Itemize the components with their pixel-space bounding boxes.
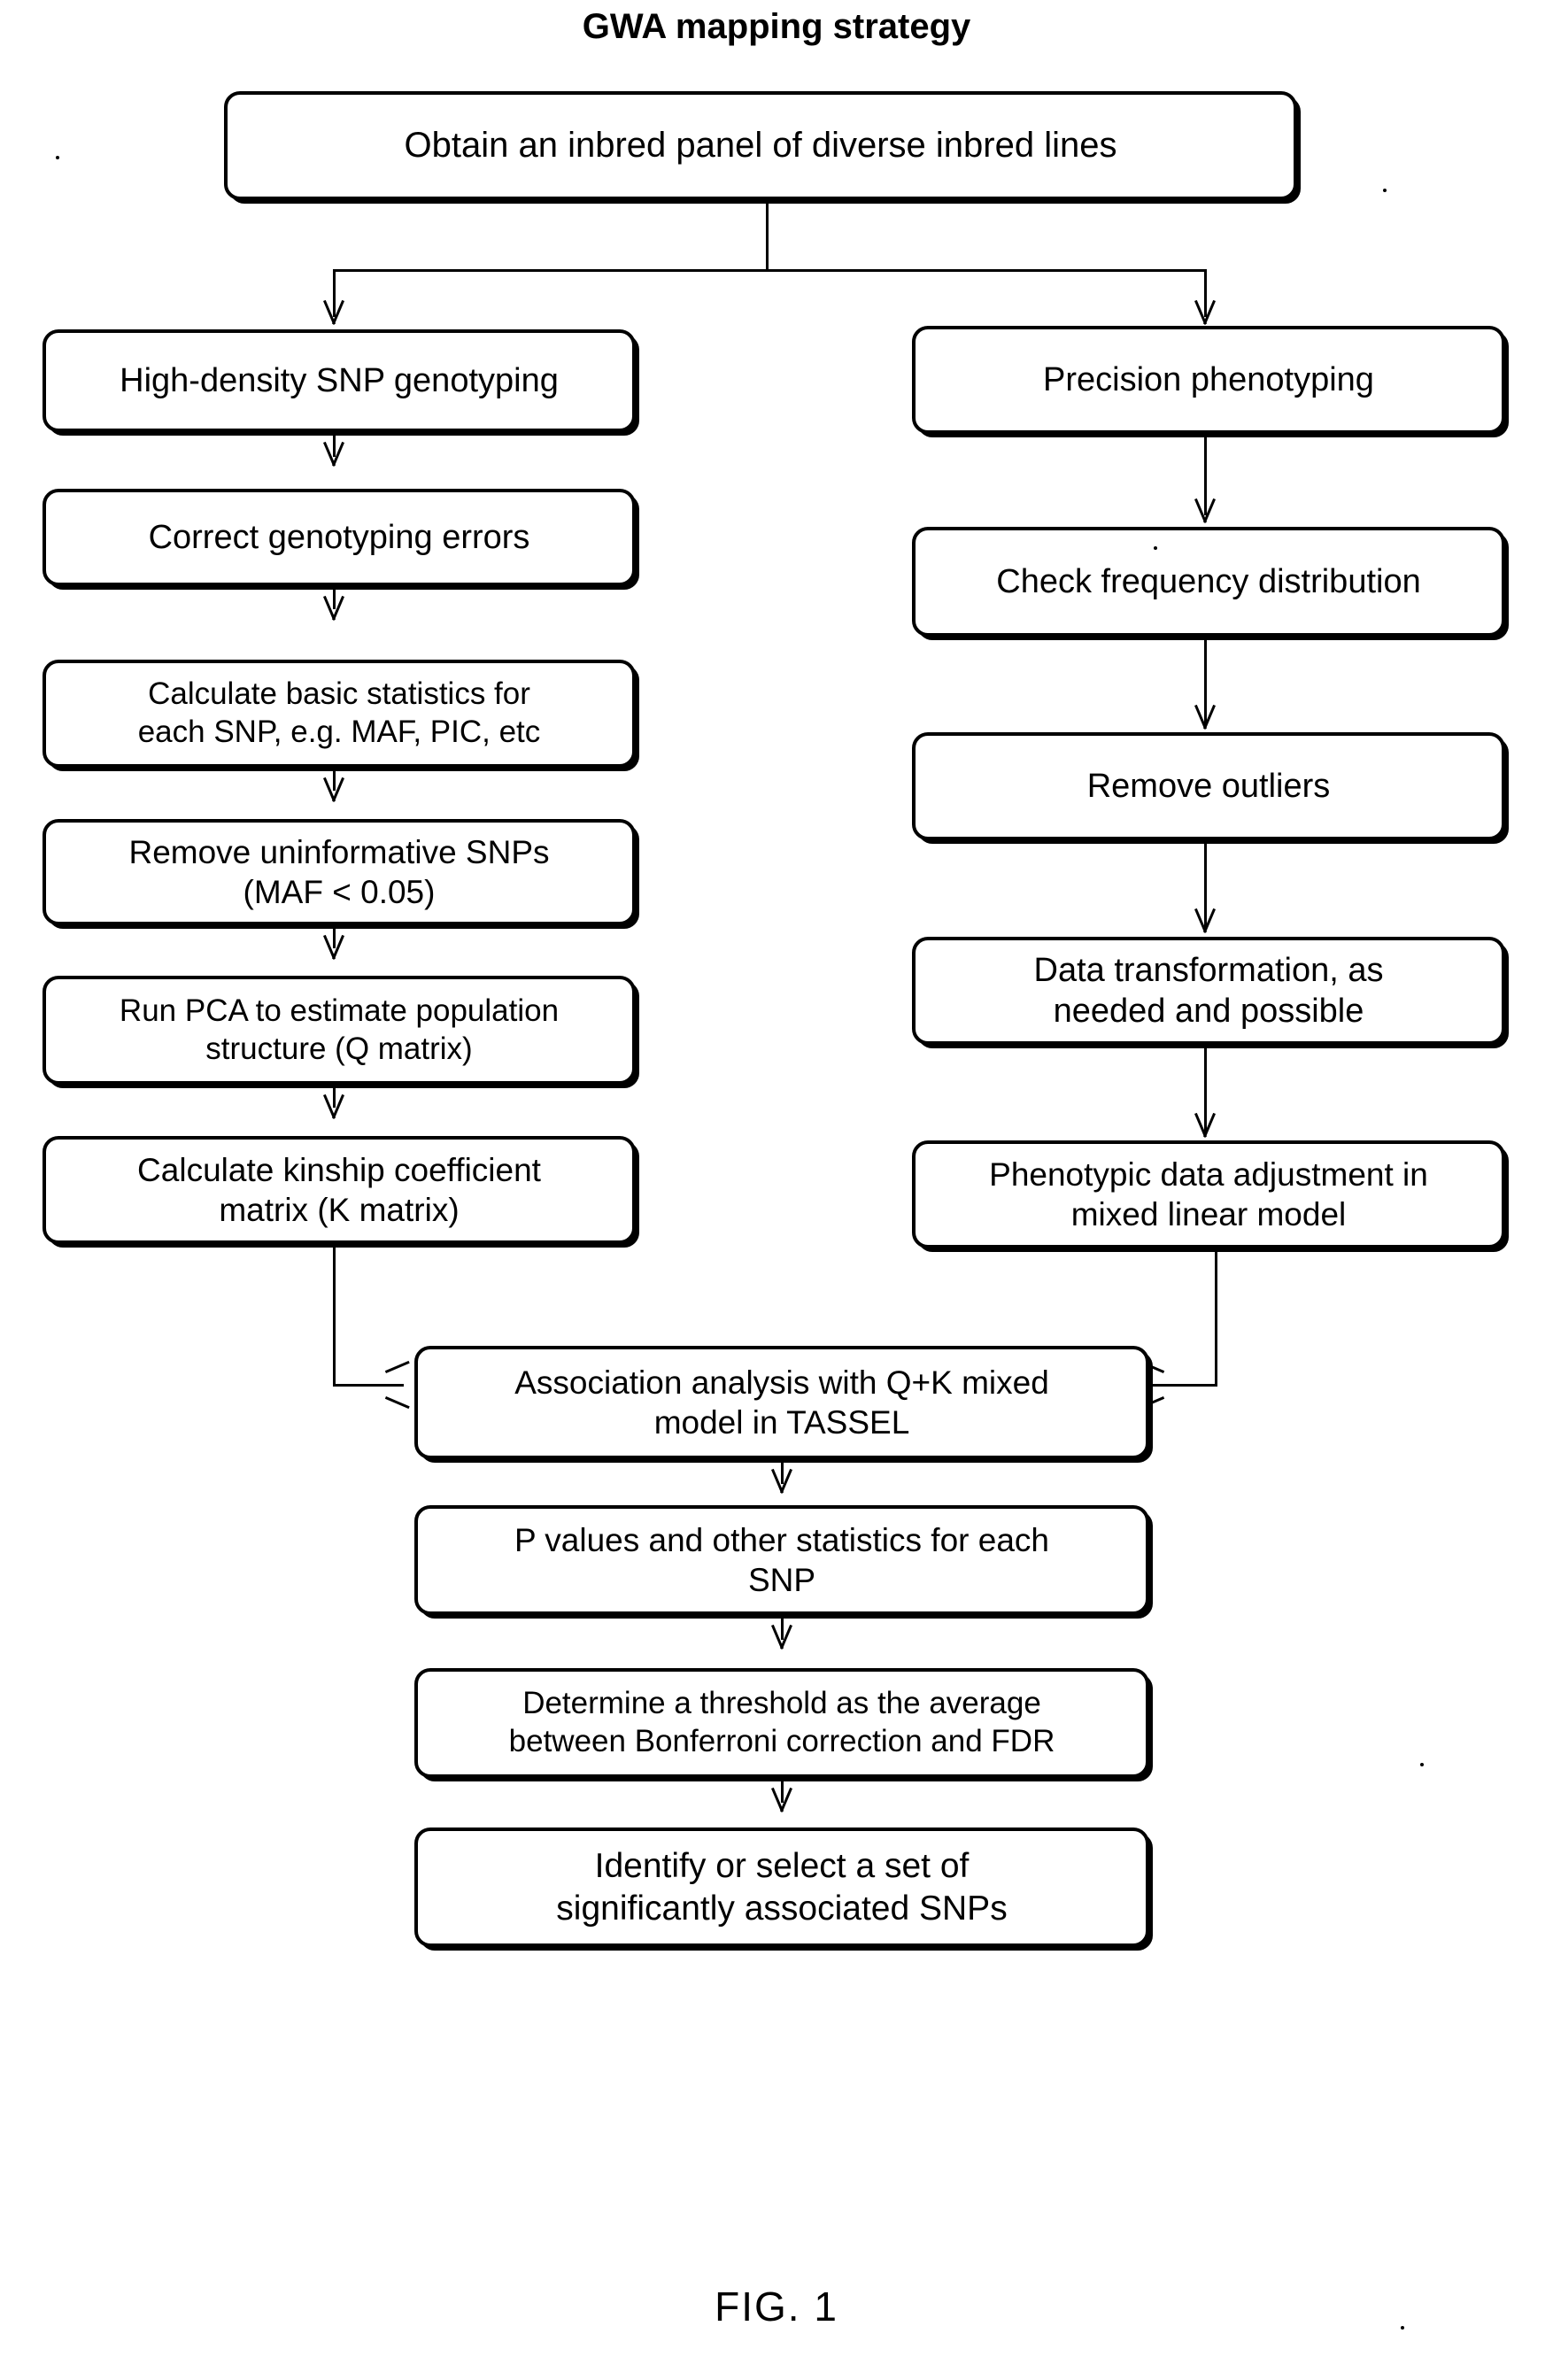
node-label: Check frequency distribution	[996, 562, 1421, 600]
connector-split-stem	[766, 200, 769, 271]
node-label: Association analysis with Q+K mixed mode…	[514, 1364, 1049, 1441]
node-p-values: P values and other statistics for each S…	[414, 1505, 1149, 1615]
edge-adjustment-elbow-vertical	[1215, 1248, 1217, 1387]
node-label: Correct genotyping errors	[148, 518, 530, 556]
arrowhead-to-precision-phenotyping	[1194, 301, 1216, 324]
node-determine-threshold: Determine a threshold as the average bet…	[414, 1668, 1149, 1778]
print-speck	[1383, 189, 1387, 192]
node-run-pca: Run PCA to estimate population structure…	[42, 976, 636, 1085]
node-check-frequency: Check frequency distribution	[912, 527, 1505, 637]
node-phenotypic-adjustment: Phenotypic data adjustment in mixed line…	[912, 1140, 1505, 1248]
node-label: P values and other statistics for each S…	[514, 1521, 1049, 1598]
node-label: Run PCA to estimate population structure…	[119, 993, 560, 1066]
arrowhead-identify-snps	[771, 1789, 792, 1812]
node-identify-snps: Identify or select a set of significantl…	[414, 1828, 1149, 1947]
arrowhead-remove-outliers	[1194, 706, 1216, 729]
node-remove-outliers: Remove outliers	[912, 732, 1505, 840]
node-label: Remove uninformative SNPs (MAF < 0.05)	[128, 833, 550, 910]
connector-split-bar	[333, 269, 1207, 272]
arrowhead-run-pca	[323, 936, 344, 959]
arrowhead-kinship-matrix	[323, 1095, 344, 1118]
print-speck	[1154, 546, 1157, 550]
node-data-transformation: Data transformation, as needed and possi…	[912, 937, 1505, 1045]
node-label: Determine a threshold as the average bet…	[508, 1686, 1055, 1758]
node-label: Data transformation, as needed and possi…	[1033, 951, 1384, 1030]
node-obtain-panel: Obtain an inbred panel of diverse inbred…	[224, 91, 1297, 200]
arrowhead-check-frequency	[1194, 499, 1216, 522]
node-remove-uninformative: Remove uninformative SNPs (MAF < 0.05)	[42, 819, 636, 925]
node-label: Calculate basic statistics for each SNP,…	[137, 676, 541, 749]
node-label: Identify or select a set of significantl…	[556, 1846, 1008, 1928]
node-label: High-density SNP genotyping	[120, 361, 559, 399]
arrowhead-p-values	[771, 1470, 792, 1493]
print-speck	[1420, 1763, 1424, 1766]
node-label: Precision phenotyping	[1043, 360, 1374, 398]
arrowhead-correct-errors	[323, 443, 344, 466]
arrowhead-determine-threshold	[771, 1626, 792, 1649]
arrowhead-to-snp-genotyping	[323, 301, 344, 324]
node-association-analysis: Association analysis with Q+K mixed mode…	[414, 1346, 1149, 1459]
page-title: GWA mapping strategy	[582, 7, 971, 46]
node-kinship-matrix: Calculate kinship coefficient matrix (K …	[42, 1136, 636, 1244]
node-basic-statistics: Calculate basic statistics for each SNP,…	[42, 660, 636, 768]
arrowhead-basic-statistics	[323, 597, 344, 620]
node-correct-errors: Correct genotyping errors	[42, 489, 636, 586]
node-precision-phenotyping: Precision phenotyping	[912, 326, 1505, 434]
figure-page: GWA mapping strategy Obtain an inbred pa…	[0, 0, 1553, 2380]
arrowhead-into-association-left	[386, 1373, 407, 1396]
node-label: Remove outliers	[1086, 767, 1331, 805]
node-snp-genotyping: High-density SNP genotyping	[42, 329, 636, 432]
figure-caption: FIG. 1	[715, 2283, 838, 2330]
print-speck	[56, 156, 59, 159]
node-label: Obtain an inbred panel of diverse inbred…	[404, 126, 1117, 166]
arrowhead-data-transformation	[1194, 909, 1216, 932]
arrowhead-phenotypic-adjustment	[1194, 1114, 1216, 1137]
arrowhead-remove-uninformative	[323, 778, 344, 801]
node-label: Calculate kinship coefficient matrix (K …	[137, 1151, 541, 1228]
edge-kinship-elbow-vertical	[333, 1244, 336, 1387]
node-label: Phenotypic data adjustment in mixed line…	[989, 1155, 1428, 1232]
